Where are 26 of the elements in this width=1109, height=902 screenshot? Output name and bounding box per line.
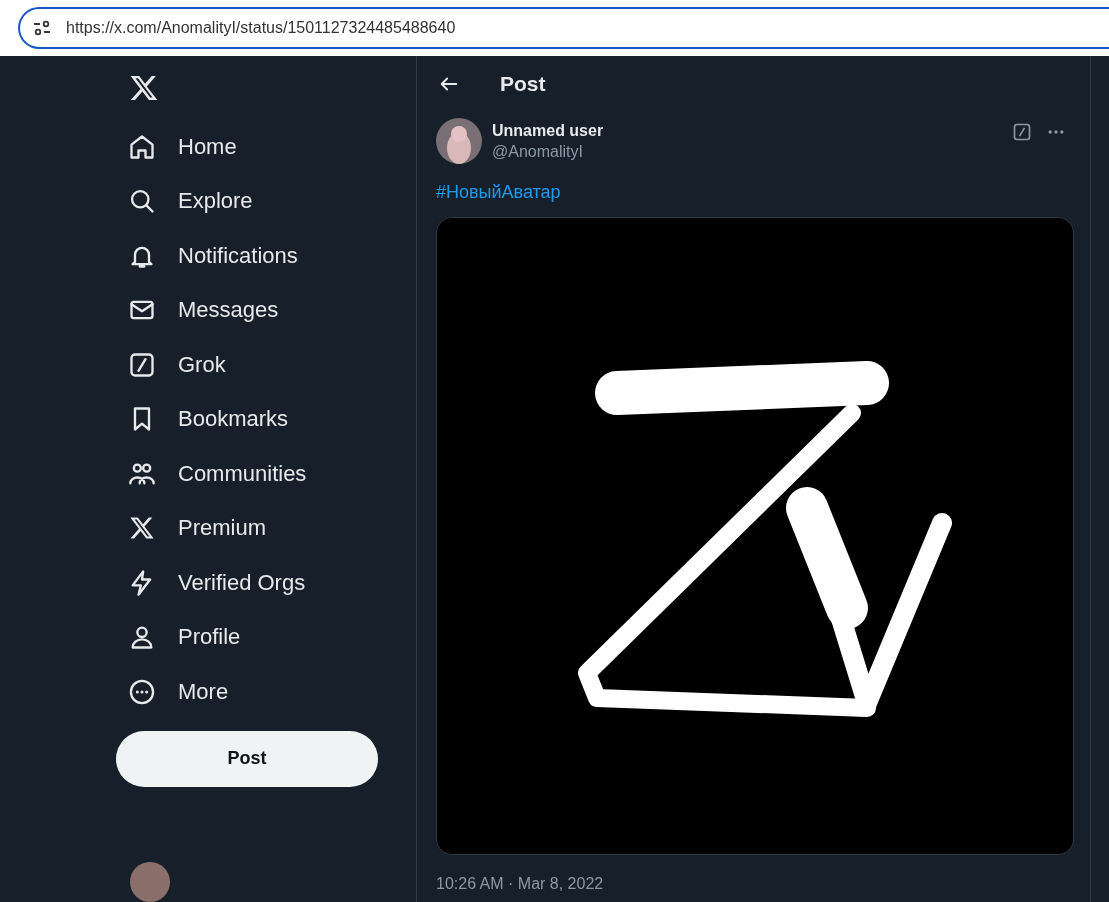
- nav-item[interactable]: Communities: [116, 446, 416, 502]
- home-icon: [128, 132, 156, 161]
- search-icon: [128, 187, 156, 216]
- nav-item[interactable]: Notifications: [116, 228, 416, 284]
- nav-item[interactable]: Grok: [116, 337, 416, 393]
- nav-item[interactable]: Premium: [116, 501, 416, 556]
- nav-item[interactable]: Bookmarks: [116, 392, 416, 447]
- url-text: https://x.com/AnomalityI/status/1501127324485488640: [66, 19, 456, 37]
- post-button[interactable]: Post: [116, 730, 378, 787]
- nav-item[interactable]: Profile: [116, 610, 416, 665]
- more-icon: [128, 677, 156, 706]
- avatar[interactable]: [436, 118, 482, 164]
- author-handle[interactable]: @AnomalityI: [492, 143, 1002, 161]
- site-settings-icon[interactable]: [32, 18, 52, 38]
- slash-square-icon: [128, 350, 156, 379]
- post-timestamp[interactable]: 10:26 AM · Mar 8, 2022: [436, 875, 1072, 893]
- hashtag-link[interactable]: #НовыйАватар: [436, 182, 561, 203]
- nav-item[interactable]: More: [116, 664, 416, 719]
- nav-item[interactable]: Explore: [116, 174, 416, 229]
- address-bar[interactable]: https://x.com/AnomalityI/status/1501127324485488640: [18, 7, 1109, 49]
- nav-item[interactable]: Home: [116, 119, 416, 175]
- slash-square-icon[interactable]: [1012, 122, 1032, 142]
- nav-item[interactable]: Messages: [116, 283, 416, 338]
- author-name[interactable]: Unnamed user: [492, 122, 1002, 140]
- page-title: Post: [500, 72, 546, 96]
- nav-item[interactable]: Verified Orgs: [116, 555, 416, 610]
